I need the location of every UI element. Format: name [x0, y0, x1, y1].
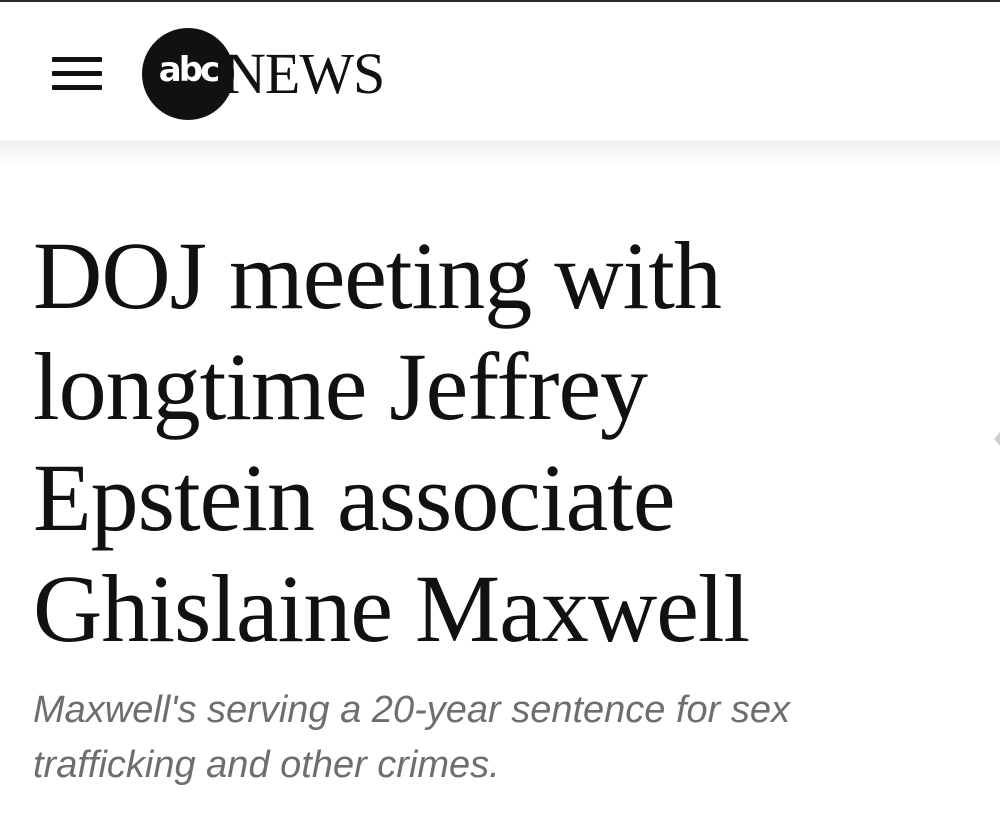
abc-logo-circle: abc — [142, 28, 234, 120]
abc-news-logo[interactable]: abc NEWS — [142, 28, 432, 120]
hamburger-menu-icon[interactable] — [52, 54, 102, 94]
menu-bar-top — [52, 57, 102, 62]
menu-bar-bottom — [52, 85, 102, 90]
logo-news-text: NEWS — [224, 41, 385, 106]
article-headline: DOJ meeting with longtime Jeffrey Epstei… — [33, 222, 750, 662]
article-subheadline: Maxwell's serving a 20-year sentence for… — [33, 689, 791, 786]
logo-abc-text: abc — [158, 50, 220, 90]
header-divider-shadow — [0, 140, 1000, 166]
article-page: abc NEWS DOJ meeting with longtime Jeffr… — [0, 0, 1000, 819]
site-header: abc NEWS — [0, 2, 1000, 140]
edge-indicator — [994, 432, 1000, 446]
menu-bar-middle — [52, 71, 102, 76]
